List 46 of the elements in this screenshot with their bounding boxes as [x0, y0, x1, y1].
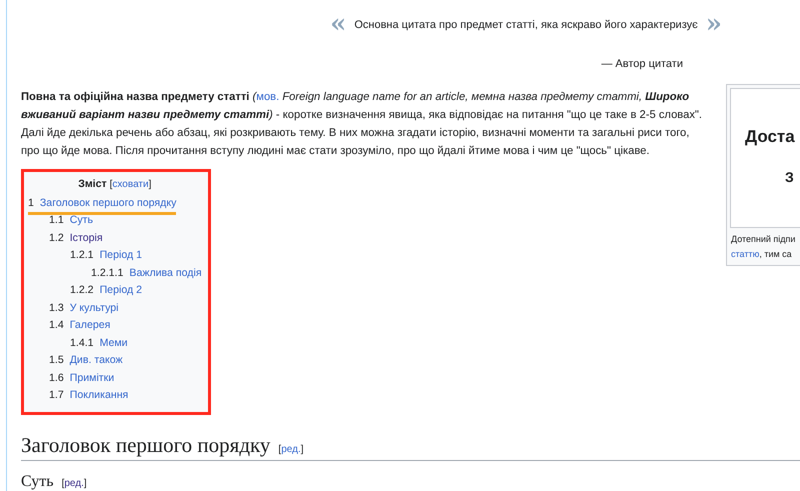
toc-number: 1: [28, 196, 34, 209]
caption-link[interactable]: статтю: [731, 249, 760, 259]
toc-number: 1.5: [49, 354, 64, 366]
infobox-caption-rest: , тим са: [759, 249, 792, 259]
toc-link[interactable]: Період 2: [100, 284, 142, 296]
bracket: [: [62, 478, 64, 489]
bracket: [: [278, 444, 282, 455]
toc-title: Зміст: [78, 178, 107, 190]
toc-number: 1.2: [49, 232, 64, 244]
bracket: ]: [148, 179, 152, 190]
infobox-subtitle: З: [785, 169, 794, 185]
toc-number: 1.4.1: [70, 336, 94, 349]
toc-link[interactable]: Примітки: [70, 372, 114, 384]
bracket: ]: [84, 478, 87, 489]
open-quote-mark: «: [330, 11, 346, 37]
toc-number: 1.6: [49, 372, 64, 384]
language-link[interactable]: мов.: [256, 91, 280, 103]
toc-link[interactable]: Суть: [70, 214, 94, 226]
toc-number: 1.1: [49, 214, 64, 226]
section-heading: Суть: [21, 473, 54, 491]
edit-link[interactable]: ред.: [281, 444, 301, 455]
close-quote-mark: »: [706, 11, 722, 37]
hide-toc-link[interactable]: сховати: [112, 179, 149, 190]
toc-link[interactable]: Див. також: [70, 354, 123, 366]
infobox-caption: Дотепний підпи: [731, 234, 796, 244]
toc-link[interactable]: Меми: [100, 336, 128, 349]
quote-text: Основна цитата про предмет статті, яка яскраво його характеризує: [354, 19, 698, 31]
edit-link[interactable]: ред.: [64, 478, 84, 489]
bracket: ]: [300, 444, 304, 455]
toc-number: 1.2.1.1: [91, 266, 124, 279]
quote-author: — Автор цитати: [600, 57, 684, 70]
toc-link[interactable]: Покликання: [70, 389, 128, 402]
toc-number: 1.7: [49, 389, 64, 402]
toc-link[interactable]: У культурі: [70, 302, 118, 314]
bracket: [: [110, 179, 112, 190]
toc-link[interactable]: Період 1: [100, 249, 142, 262]
toc-number: 1.2.2: [70, 284, 94, 296]
toc-number: 1.4: [49, 319, 64, 332]
intro-paragraph: Повна та офіційна назва предмету статті (мов. Foreign language name for an article, мемна назва предмету статті, Широко вживаний варіант назви предмету статті) - коротке визначення явища, яка відповідає на питання "що це таке в 2-5 словах". Далі йде декілька речень або абзац, які розкривають тему. В них можна згадати історію, визначні моменти та загальні риси того, про що йде мова. Після прочитання вступу людині має стати зрозуміло, про що йдалі йтиме мова і чим це "щось" цікаве.: [21, 90, 704, 159]
infobox-title: Доста: [745, 127, 795, 147]
toc-link[interactable]: Важлива подія: [129, 266, 202, 279]
section-heading: Заголовок першого порядку: [21, 433, 270, 458]
toc-link[interactable]: Галерея: [70, 319, 110, 332]
toc-number: 1.3: [49, 302, 64, 314]
toc-link[interactable]: Історія: [70, 232, 103, 244]
toc-number: 1.2.1: [70, 249, 94, 262]
